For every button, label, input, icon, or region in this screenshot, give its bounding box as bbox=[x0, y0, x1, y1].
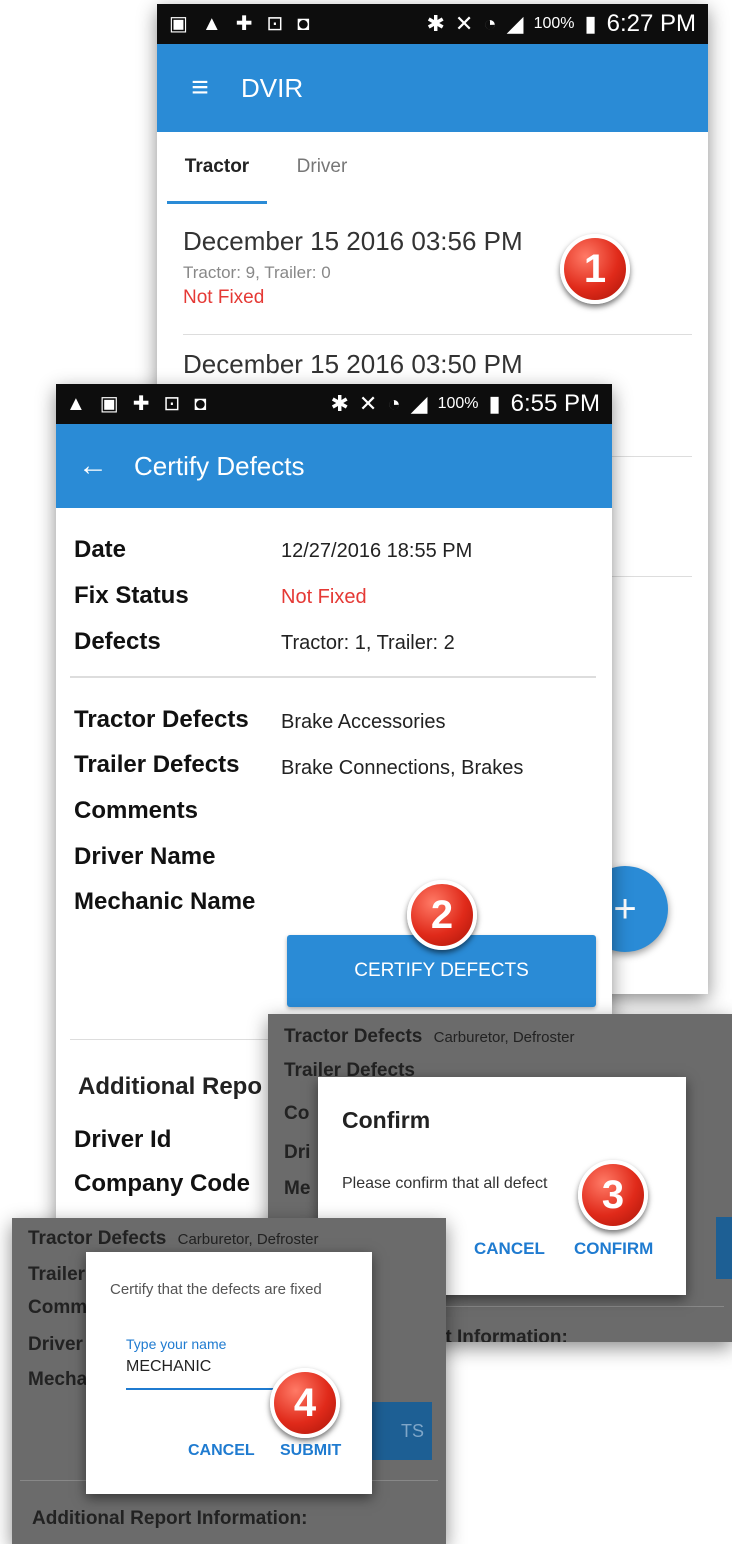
detail-label: Company Code bbox=[74, 1170, 251, 1197]
battery-percent: 100% bbox=[437, 395, 479, 412]
detail-value: Brake Connections, Brakes bbox=[281, 757, 524, 779]
battery-percent: 100% bbox=[533, 15, 575, 32]
detail-value: Brake Accessories bbox=[281, 711, 446, 733]
wifi-icon: ◔ bbox=[483, 11, 497, 36]
status-bar: ▲ ▣ ✚ ⊡ ◘ ✱ ✕ ◔ ◢ 100% ▮ 6:55 PM bbox=[56, 384, 612, 424]
step-badge-1: 1 bbox=[560, 234, 630, 304]
detail-label: Fix Status bbox=[74, 582, 189, 609]
detail-label: Trailer Defects bbox=[74, 751, 240, 778]
battery-icon: ▮ bbox=[584, 11, 597, 36]
clipboard-icon: ⊡ bbox=[266, 13, 284, 35]
signal-icon: ◢ bbox=[410, 391, 428, 416]
detail-value: Tractor: 1, Trailer: 2 bbox=[281, 632, 455, 654]
bg-label: Mecha bbox=[28, 1369, 88, 1390]
tab-label: Tractor bbox=[184, 156, 250, 177]
bg-label: Dri bbox=[284, 1142, 311, 1163]
submit-button[interactable]: SUBMIT bbox=[280, 1442, 341, 1460]
bg-label: Driver bbox=[28, 1334, 83, 1355]
bg-label: Me bbox=[284, 1178, 311, 1199]
mute-icon: ✕ bbox=[358, 391, 378, 416]
bg-label: Trailer bbox=[28, 1264, 86, 1285]
plus-circle-icon: ✚ bbox=[132, 393, 150, 415]
bg-label: rt Information: bbox=[438, 1327, 568, 1342]
name-input-value: MECHANIC bbox=[126, 1358, 212, 1375]
bg-label: Tractor Defects Carburetor, Defroster bbox=[284, 1026, 575, 1047]
app-title: DVIR bbox=[241, 72, 304, 103]
page-title: Certify Defects bbox=[134, 450, 305, 481]
status-time: 6:55 PM bbox=[510, 390, 600, 417]
plus-circle-icon: ✚ bbox=[235, 13, 253, 35]
briefcase-icon: ◘ bbox=[297, 13, 310, 35]
divider bbox=[70, 676, 596, 678]
dialog-title: Confirm bbox=[342, 1107, 431, 1133]
plus-icon: + bbox=[613, 887, 637, 931]
cancel-button[interactable]: CANCEL bbox=[188, 1442, 255, 1460]
wifi-icon: ◔ bbox=[387, 391, 401, 416]
section-heading: Additional Repo bbox=[78, 1073, 262, 1100]
app-bar: ≡ DVIR bbox=[157, 44, 708, 132]
status-time: 6:27 PM bbox=[606, 10, 696, 37]
step-badge-4: 4 bbox=[270, 1368, 340, 1438]
menu-icon[interactable]: ≡ bbox=[183, 71, 217, 105]
gallery-icon: ▣ bbox=[169, 13, 188, 35]
detail-label: Mechanic Name bbox=[74, 888, 256, 915]
fix-status-value: Not Fixed bbox=[281, 586, 367, 608]
detail-label: Defects bbox=[74, 628, 161, 655]
detail-label: Driver Id bbox=[74, 1126, 172, 1153]
certify-defects-label: CERTIFY DEFECTS bbox=[354, 960, 529, 981]
back-arrow-icon[interactable]: ← bbox=[76, 449, 110, 483]
bg-label: Additional Report Information: bbox=[32, 1508, 308, 1529]
tab-indicator bbox=[167, 201, 267, 204]
bg-label: Tractor Defects Carburetor, Defroster bbox=[28, 1228, 319, 1249]
detail-value: 12/27/2016 18:55 PM bbox=[281, 540, 473, 562]
cancel-button[interactable]: CANCEL bbox=[474, 1239, 545, 1259]
entry-date: December 15 2016 03:50 PM bbox=[183, 349, 523, 379]
gallery-icon: ▣ bbox=[99, 393, 119, 415]
briefcase-icon: ◘ bbox=[194, 393, 207, 415]
detail-label: Comments bbox=[74, 797, 199, 824]
app-bar: ← Certify Defects bbox=[56, 424, 612, 508]
bg-divider bbox=[438, 1306, 724, 1307]
certify-name-screen: Tractor Defects Carburetor, Defroster Tr… bbox=[12, 1218, 446, 1544]
tab-tractor[interactable]: Tractor bbox=[167, 132, 267, 204]
step-badge-2: 2 bbox=[407, 880, 477, 950]
bluetooth-icon: ✱ bbox=[426, 11, 445, 36]
clipboard-icon: ⊡ bbox=[163, 393, 181, 415]
tab-label: Driver bbox=[296, 156, 348, 177]
detail-label: Date bbox=[74, 536, 127, 563]
signal-icon: ◢ bbox=[506, 11, 524, 36]
certify-name-dialog: Certify that the defects are fixed Type … bbox=[86, 1252, 372, 1494]
battery-icon: ▮ bbox=[488, 391, 501, 416]
mute-icon: ✕ bbox=[454, 11, 474, 36]
status-bar: ▣ ▲ ✚ ⊡ ◘ ✱ ✕ ◔ ◢ 100% ▮ 6:27 PM bbox=[157, 4, 708, 44]
confirm-button[interactable]: CONFIRM bbox=[574, 1239, 653, 1259]
step-badge-3: 3 bbox=[578, 1160, 648, 1230]
bg-label: Comm bbox=[28, 1297, 88, 1318]
detail-label: Driver Name bbox=[74, 843, 216, 870]
bg-button bbox=[716, 1217, 732, 1279]
detail-label: Tractor Defects bbox=[74, 706, 249, 733]
warning-icon: ▲ bbox=[201, 13, 222, 35]
bluetooth-icon: ✱ bbox=[330, 391, 349, 416]
input-label: Type your name bbox=[126, 1336, 227, 1352]
tab-bar: Tractor Driver bbox=[157, 132, 708, 204]
dialog-message: Certify that the defects are fixed bbox=[110, 1281, 322, 1298]
warning-icon: ▲ bbox=[66, 393, 86, 415]
tab-driver[interactable]: Driver bbox=[277, 132, 367, 204]
bg-label: Co bbox=[284, 1103, 310, 1124]
